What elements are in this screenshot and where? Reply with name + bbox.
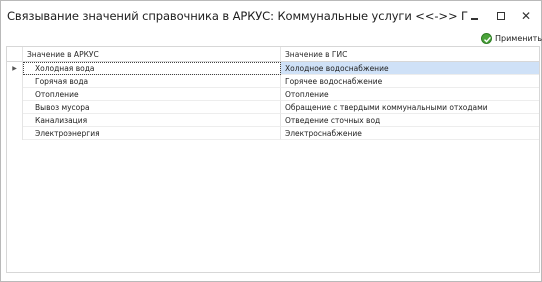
table-row[interactable]: Горячая вода Горячее водоснабжение: [7, 75, 539, 88]
cell-arkus-value[interactable]: Канализация: [23, 114, 281, 127]
row-indicator: [7, 114, 23, 127]
cell-gis-value[interactable]: Отопление: [281, 88, 539, 101]
row-indicator: [7, 75, 23, 88]
cell-arkus-value[interactable]: Вывоз мусора: [23, 101, 281, 114]
cell-gis-value[interactable]: Обращение с твердыми коммунальными отход…: [281, 101, 539, 114]
cell-gis-value[interactable]: Электроснабжение: [281, 127, 539, 140]
row-indicator: [7, 88, 23, 101]
cell-gis-value[interactable]: Отведение сточных вод: [281, 114, 539, 127]
table-row[interactable]: Канализация Отведение сточных вод: [7, 114, 539, 127]
mapping-grid: Значение в АРКУС Значение в ГИС ▶ Холодн…: [6, 46, 540, 273]
cell-gis-value[interactable]: Горячее водоснабжение: [281, 75, 539, 88]
column-header-arkus[interactable]: Значение в АРКУС: [23, 47, 281, 62]
dialog-window: Связывание значений справочника в АРКУС:…: [0, 0, 542, 282]
maximize-icon: [497, 12, 505, 20]
close-button[interactable]: ✕: [516, 7, 536, 25]
maximize-button[interactable]: [491, 7, 511, 25]
grid-rows: ▶ Холодная вода Холодное водоснабжение Г…: [7, 62, 539, 140]
cell-gis-value[interactable]: Холодное водоснабжение: [281, 62, 539, 75]
cell-arkus-value[interactable]: Отопление: [23, 88, 281, 101]
close-icon: ✕: [520, 9, 532, 23]
minimize-button[interactable]: [465, 7, 485, 25]
table-row[interactable]: Отопление Отопление: [7, 88, 539, 101]
row-indicator-arrow-icon: ▶: [7, 62, 23, 75]
apply-button-label: Применить: [495, 33, 542, 43]
table-row[interactable]: ▶ Холодная вода Холодное водоснабжение: [7, 62, 539, 75]
title-bar: Связывание значений справочника в АРКУС:…: [1, 1, 541, 31]
apply-button[interactable]: Применить: [481, 30, 542, 46]
header-indicator-cell: [7, 47, 23, 62]
cell-arkus-value[interactable]: Горячая вода: [23, 75, 281, 88]
minimize-icon: [471, 18, 478, 20]
row-indicator: [7, 101, 23, 114]
table-row[interactable]: Электроэнергия Электроснабжение: [7, 127, 539, 140]
row-indicator: [7, 127, 23, 140]
cell-arkus-value[interactable]: Холодная вода: [23, 62, 281, 75]
toolbar: Применить: [1, 29, 542, 47]
check-circle-icon: [481, 32, 492, 44]
column-header-gis[interactable]: Значение в ГИС: [281, 47, 539, 62]
window-title: Связывание значений справочника в АРКУС:…: [7, 9, 469, 23]
table-row[interactable]: Вывоз мусора Обращение с твердыми коммун…: [7, 101, 539, 114]
grid-header: Значение в АРКУС Значение в ГИС: [7, 47, 539, 62]
cell-arkus-value[interactable]: Электроэнергия: [23, 127, 281, 140]
